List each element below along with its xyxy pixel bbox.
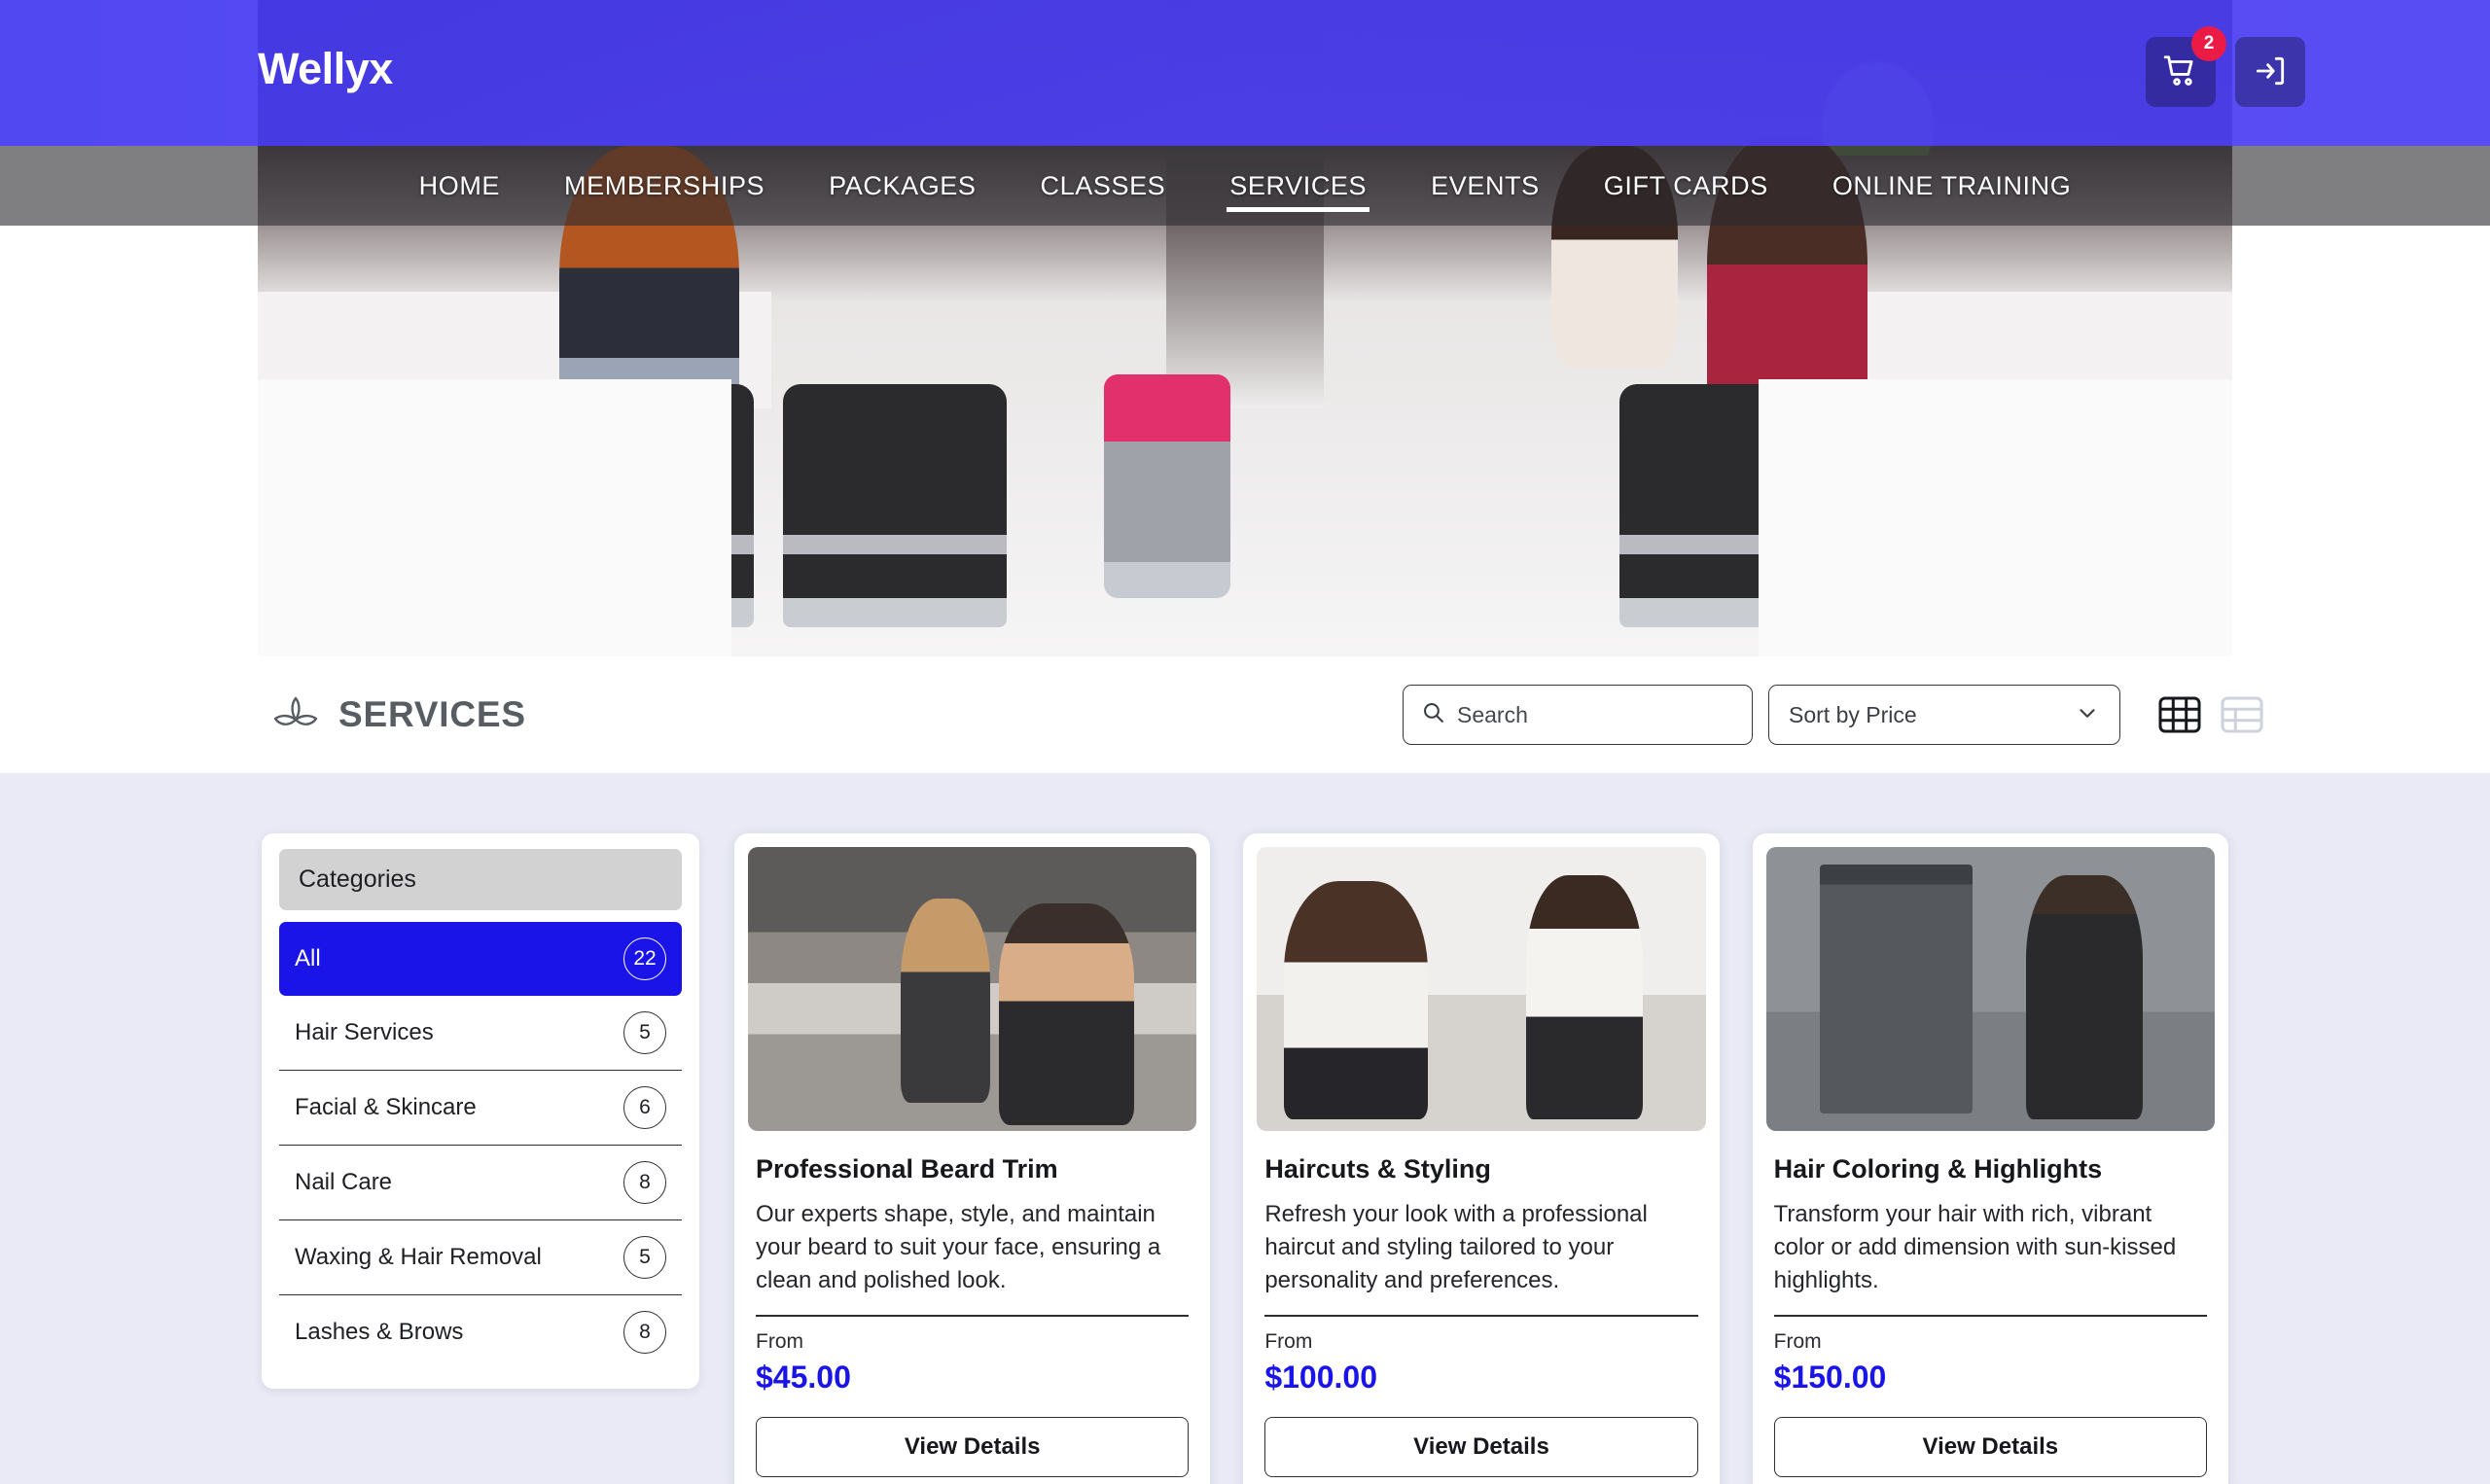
hero-banner: Wellyx 2 HOME MEMBERSHIPS PACKAGES CLASS… bbox=[0, 0, 2490, 656]
list-view-icon[interactable] bbox=[2220, 695, 2264, 734]
service-image bbox=[748, 847, 1197, 1131]
service-title: Haircuts & Styling bbox=[1264, 1154, 1491, 1184]
price-from-label: From bbox=[1773, 1330, 1822, 1354]
service-title: Professional Beard Trim bbox=[756, 1154, 1058, 1184]
category-count: 5 bbox=[623, 1236, 666, 1279]
divider bbox=[1264, 1315, 1698, 1318]
header-actions: 2 bbox=[2146, 26, 2305, 107]
service-card[interactable]: Hair Coloring & Highlights Transform you… bbox=[1752, 833, 2228, 1484]
category-count: 5 bbox=[623, 1011, 666, 1054]
category-item-waxing-hair-removal[interactable]: Waxing & Hair Removal 5 bbox=[279, 1220, 682, 1295]
category-item-hair-services[interactable]: Hair Services 5 bbox=[279, 996, 682, 1071]
category-label: Hair Services bbox=[295, 1019, 434, 1045]
category-item-all[interactable]: All 22 bbox=[279, 922, 682, 996]
category-item-lashes-brows[interactable]: Lashes & Brows 8 bbox=[279, 1295, 682, 1369]
view-mode-toggle bbox=[2157, 695, 2264, 734]
salon-chair bbox=[783, 384, 1007, 627]
cart-count-badge: 2 bbox=[2191, 26, 2226, 61]
category-count: 22 bbox=[623, 937, 666, 980]
service-image bbox=[1765, 847, 2215, 1131]
grid-view-icon[interactable] bbox=[2157, 695, 2202, 734]
services-toolbar: SERVICES Sort by Price bbox=[0, 656, 2490, 773]
service-card[interactable]: Haircuts & Styling Refresh your look wit… bbox=[1243, 833, 1720, 1484]
nav-item-packages[interactable]: PACKAGES bbox=[797, 146, 1008, 226]
service-description: Our experts shape, style, and maintain y… bbox=[756, 1201, 1161, 1294]
lotus-icon bbox=[270, 692, 321, 737]
category-label: Lashes & Brows bbox=[295, 1319, 464, 1345]
shopping-cart-icon bbox=[2162, 53, 2199, 92]
chevron-down-icon bbox=[2075, 700, 2100, 730]
category-count: 6 bbox=[623, 1086, 666, 1129]
services-content-area: Categories All 22 Hair Services 5 Facial… bbox=[0, 773, 2490, 1484]
nav-item-home[interactable]: HOME bbox=[387, 146, 532, 226]
nav-item-gift-cards[interactable]: GIFT CARDS bbox=[1572, 146, 1800, 226]
service-card-grid: Professional Beard Trim Our experts shap… bbox=[734, 833, 2228, 1484]
service-price: $100.00 bbox=[1264, 1360, 1377, 1396]
toolbar-controls: Sort by Price bbox=[1403, 685, 2264, 745]
category-label: Facial & Skincare bbox=[295, 1094, 477, 1120]
service-description: Refresh your look with a professional ha… bbox=[1264, 1201, 1648, 1294]
category-label: Waxing & Hair Removal bbox=[295, 1244, 542, 1270]
view-details-button[interactable]: View Details bbox=[756, 1417, 1190, 1478]
nav-item-classes[interactable]: CLASSES bbox=[1009, 146, 1198, 226]
sort-selected-value: Sort by Price bbox=[1789, 701, 1917, 727]
nav-item-events[interactable]: EVENTS bbox=[1399, 146, 1572, 226]
view-details-button[interactable]: View Details bbox=[1773, 1417, 2207, 1478]
view-details-button[interactable]: View Details bbox=[1264, 1417, 1698, 1478]
sort-by-price-select[interactable]: Sort by Price bbox=[1768, 685, 2120, 745]
login-button[interactable] bbox=[2235, 37, 2305, 107]
category-item-facial-skincare[interactable]: Facial & Skincare 6 bbox=[279, 1071, 682, 1146]
categories-header: Categories bbox=[279, 849, 682, 910]
category-count: 8 bbox=[623, 1161, 666, 1204]
service-description: Transform your hair with rich, vibrant c… bbox=[1773, 1201, 2177, 1294]
page-title-group: SERVICES bbox=[270, 692, 526, 737]
category-item-nail-care[interactable]: Nail Care 8 bbox=[279, 1146, 682, 1220]
salon-chair bbox=[530, 384, 754, 627]
search-input[interactable] bbox=[1457, 701, 1734, 728]
nav-item-services[interactable]: SERVICES bbox=[1197, 146, 1399, 226]
brand-logo[interactable]: Wellyx bbox=[258, 44, 393, 94]
nav-item-memberships[interactable]: MEMBERSHIPS bbox=[532, 146, 797, 226]
search-box[interactable] bbox=[1403, 685, 1753, 745]
service-price: $45.00 bbox=[756, 1360, 851, 1396]
salon-chair bbox=[1872, 384, 2096, 627]
category-label: All bbox=[295, 945, 321, 972]
service-image bbox=[1257, 847, 1706, 1131]
search-icon bbox=[1421, 700, 1445, 729]
nav-item-online-training[interactable]: ONLINE TRAINING bbox=[1800, 146, 2104, 226]
page-title: SERVICES bbox=[338, 694, 526, 734]
price-from-label: From bbox=[756, 1330, 803, 1354]
service-card[interactable]: Professional Beard Trim Our experts shap… bbox=[734, 833, 1211, 1484]
cart-button[interactable]: 2 bbox=[2146, 26, 2226, 107]
sign-in-icon bbox=[2252, 53, 2289, 92]
salon-stool bbox=[1104, 374, 1230, 598]
categories-list: All 22 Hair Services 5 Facial & Skincare… bbox=[279, 922, 682, 1369]
main-navigation: HOME MEMBERSHIPS PACKAGES CLASSES SERVIC… bbox=[0, 146, 2490, 226]
categories-panel: Categories All 22 Hair Services 5 Facial… bbox=[262, 833, 699, 1389]
category-count: 8 bbox=[623, 1311, 666, 1354]
salon-chair bbox=[1619, 384, 1843, 627]
divider bbox=[1773, 1315, 2207, 1318]
price-from-label: From bbox=[1264, 1330, 1313, 1354]
divider bbox=[756, 1315, 1190, 1318]
service-price: $150.00 bbox=[1773, 1360, 1887, 1396]
category-label: Nail Care bbox=[295, 1169, 393, 1195]
service-title: Hair Coloring & Highlights bbox=[1773, 1154, 2103, 1184]
